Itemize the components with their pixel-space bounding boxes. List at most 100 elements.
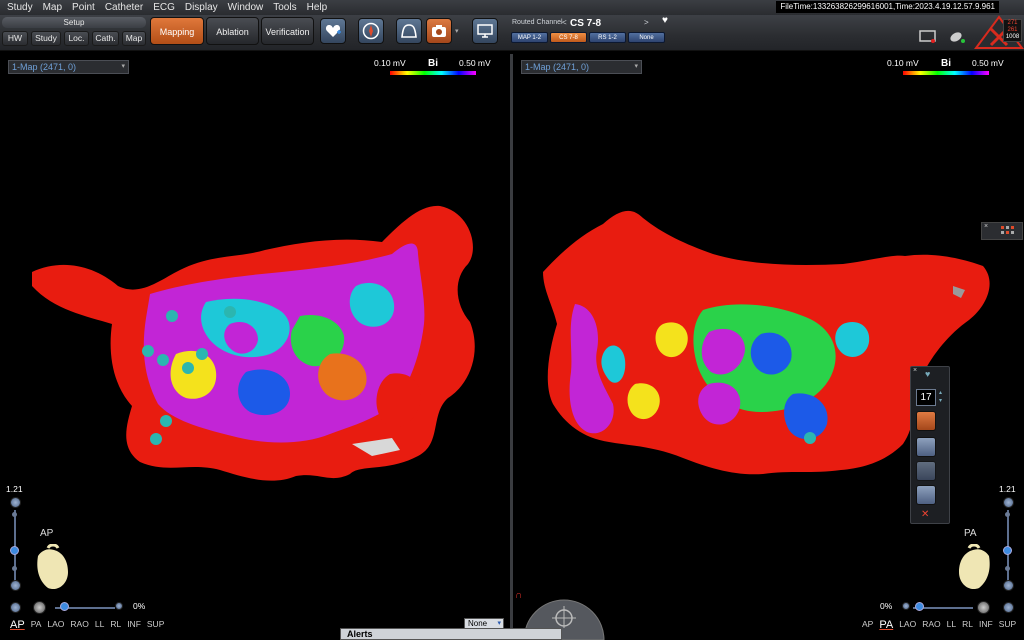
monitor-status-icon: [918, 29, 938, 48]
right-opacity-min-button[interactable]: [902, 602, 910, 610]
snapshot-button[interactable]: [426, 18, 452, 44]
right-view-sup[interactable]: SUP: [999, 619, 1016, 631]
menu-display[interactable]: Display: [180, 2, 223, 13]
compass-icon: [362, 22, 380, 40]
left-view-lao[interactable]: LAO: [47, 619, 64, 631]
heart-add-button[interactable]: [320, 18, 346, 44]
menu-catheter[interactable]: Catheter: [100, 2, 148, 13]
right-slider-tick-top: [1005, 512, 1010, 517]
right-slider-knob[interactable]: [1003, 546, 1012, 555]
left-orientation-label: AP: [40, 528, 54, 539]
right-view-inf[interactable]: INF: [979, 619, 993, 631]
left-map-viewport[interactable]: 1-Map (2471, 0) ▾ 0.10 mV Bi 0.50 mV 1.2…: [0, 54, 510, 640]
menu-help[interactable]: Help: [302, 2, 333, 13]
close-icon[interactable]: ×: [984, 223, 988, 230]
grid-toggle-panel: ×: [981, 222, 1023, 240]
right-scale-value: 1.21: [999, 484, 1016, 494]
right-zoom-up-button[interactable]: [1003, 497, 1014, 508]
left-view-inf[interactable]: INF: [127, 619, 141, 631]
setup-hw-button[interactable]: HW: [2, 31, 28, 46]
panel-close-icon[interactable]: ×: [913, 367, 917, 374]
toolbar: Setup HW Study Loc. Cath. Map Mapping Ab…: [0, 15, 1024, 51]
left-view-sup[interactable]: SUP: [147, 619, 164, 631]
routed-prev-icon[interactable]: <: [562, 18, 567, 27]
right-view-ap[interactable]: AP: [862, 619, 873, 631]
mapping-mode-button[interactable]: Mapping: [150, 17, 204, 45]
snapshot-dropdown-icon[interactable]: ▾: [455, 27, 459, 35]
setup-map-button[interactable]: Map: [122, 31, 146, 46]
right-view-buttons: AP PA LAO RAO LL RL INF SUP: [862, 619, 1016, 631]
setup-loc-button[interactable]: Loc.: [64, 31, 89, 46]
left-slider-knob[interactable]: [10, 546, 19, 555]
routed-channel-value: CS 7-8: [570, 18, 602, 29]
menu-tools[interactable]: Tools: [268, 2, 301, 13]
channel-tab-none[interactable]: None: [628, 32, 665, 43]
channel-tab-map[interactable]: MAP 1-2: [511, 32, 548, 43]
left-opacity-max-button[interactable]: [115, 602, 123, 610]
left-voltage-map: [32, 205, 475, 481]
menu-point[interactable]: Point: [67, 2, 100, 13]
right-view-rl[interactable]: RL: [962, 619, 973, 631]
panel-target-button[interactable]: [916, 485, 936, 505]
left-slider-tick-top: [12, 512, 17, 517]
left-view-ap[interactable]: AP: [10, 619, 25, 631]
right-opacity-knob[interactable]: [915, 602, 924, 611]
menu-window[interactable]: Window: [223, 2, 269, 13]
left-view-buttons: AP PA LAO RAO LL RL INF SUP: [10, 619, 164, 631]
right-orientation-label: PA: [964, 528, 977, 539]
left-view-pa[interactable]: PA: [31, 619, 42, 631]
ablation-mode-button[interactable]: Ablation: [206, 17, 259, 45]
right-slider-tick-bottom: [1005, 566, 1010, 571]
right-view-lao[interactable]: LAO: [899, 619, 916, 631]
status-readout: 271 261 1008: [1003, 19, 1022, 42]
left-heart-orientation-icon: [37, 544, 68, 590]
left-sphere-button[interactable]: [33, 601, 46, 614]
right-reset-button[interactable]: [1003, 602, 1014, 613]
left-zoom-down-button[interactable]: [10, 580, 21, 591]
filetime-readout: FileTime:133263826299616001,Time:2023.4.…: [776, 1, 999, 13]
panel-dot-button[interactable]: [916, 461, 936, 481]
right-zoom-percent: 0%: [880, 601, 893, 611]
menu-ecg[interactable]: ECG: [148, 2, 180, 13]
menu-bar: Study Map Point Catheter ECG Display Win…: [0, 0, 1024, 15]
right-map-viewport[interactable]: 1-Map (2471, 0) ▾ 0.10 mV Bi 0.50 mV × ×…: [513, 54, 1024, 640]
setup-title: Setup: [2, 17, 146, 28]
channel-tab-cs[interactable]: CS 7-8: [550, 32, 587, 43]
right-zoom-down-button[interactable]: [1003, 580, 1014, 591]
heart-status-icon: ♥: [662, 15, 668, 26]
left-scale-value: 1.21: [6, 484, 23, 494]
shape-button[interactable]: [396, 18, 422, 44]
alert-bar[interactable]: Alerts: [340, 628, 562, 640]
right-view-pa[interactable]: PA: [879, 619, 893, 631]
panel-heart-icon: ♥: [925, 369, 931, 379]
setup-cath-button[interactable]: Cath.: [92, 31, 119, 46]
right-view-rao[interactable]: RAO: [922, 619, 940, 631]
left-view-rl[interactable]: RL: [110, 619, 121, 631]
heart-plus-icon: [325, 25, 341, 37]
panel-flag-icon[interactable]: ✕: [921, 509, 929, 520]
menu-study[interactable]: Study: [0, 2, 38, 13]
panel-number-field[interactable]: 17: [916, 389, 936, 406]
menu-map[interactable]: Map: [38, 2, 67, 13]
setup-study-button[interactable]: Study: [31, 31, 61, 46]
panel-grid-button[interactable]: [916, 411, 936, 431]
left-view-rao[interactable]: RAO: [70, 619, 88, 631]
panel-stepper-icon[interactable]: ▴ ▾: [939, 389, 942, 405]
channel-tab-rs[interactable]: RS 1-2: [589, 32, 626, 43]
compass-button[interactable]: [358, 18, 384, 44]
verification-mode-button[interactable]: Verification: [261, 17, 314, 45]
routed-channel-label: Routed Channel: [512, 19, 563, 26]
panel-magnet-button[interactable]: [916, 437, 936, 457]
review-button[interactable]: [472, 18, 498, 44]
right-view-ll[interactable]: LL: [947, 619, 956, 631]
left-zoom-percent: 0%: [133, 601, 146, 611]
left-opacity-knob[interactable]: [60, 602, 69, 611]
left-slider-tick-bottom: [12, 566, 17, 571]
grid-icon[interactable]: [1001, 226, 1015, 238]
left-reset-button[interactable]: [10, 602, 21, 613]
right-sphere-button[interactable]: [977, 601, 990, 614]
left-view-ll[interactable]: LL: [95, 619, 104, 631]
left-zoom-up-button[interactable]: [10, 497, 21, 508]
catheter-shape-icon: [401, 24, 417, 38]
routed-next-icon[interactable]: >: [644, 18, 649, 27]
